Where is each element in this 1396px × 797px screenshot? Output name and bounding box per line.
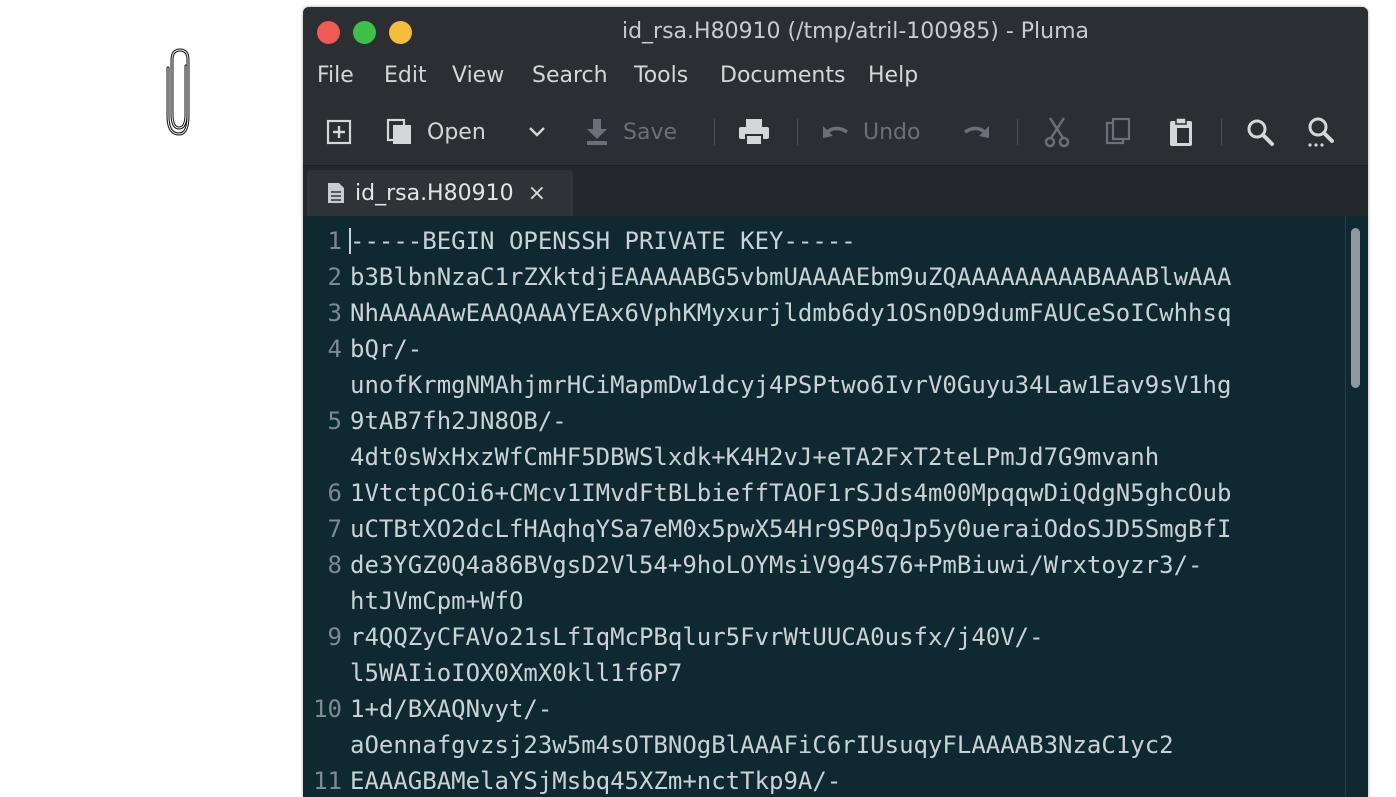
- window-title: id_rsa.H80910 (/tmp/atril-100985) - Plum…: [621, 19, 1090, 44]
- line-number: 1: [327, 227, 342, 255]
- recent-files-dropdown[interactable]: [527, 115, 547, 149]
- line-text[interactable]: uCTBtXO2dcLfHAqhqYSa7eM0x5pwX54Hr9SP0qJp…: [350, 511, 1348, 547]
- menu-documents[interactable]: Documents: [720, 63, 845, 88]
- menu-search[interactable]: Search: [532, 63, 608, 88]
- pluma-window: id_rsa.H80910 (/tmp/atril-100985) - Plum…: [303, 7, 1368, 797]
- text-cursor: [349, 228, 351, 254]
- editor-line[interactable]: htJVmCpm+WfO: [303, 583, 1348, 619]
- new-document-icon: [326, 119, 352, 145]
- line-number: 4: [327, 335, 342, 363]
- toolbar-separator: [714, 119, 715, 145]
- editor-line[interactable]: 6 1VtctpCOi6+CMcv1IMvdFtBLbieffTAOF1rSJds…: [303, 475, 1348, 511]
- open-button[interactable]: Open: [385, 115, 486, 149]
- cut-icon: [1044, 117, 1070, 148]
- line-text[interactable]: htJVmCpm+WfO: [350, 583, 1348, 619]
- editor-line[interactable]: unofKrmgNMAhjmrHCiMapmDw1dcyj4PSPtwo6Ivr…: [303, 367, 1348, 403]
- text-editor[interactable]: 1 -----BEGIN OPENSSH PRIVATE KEY----- 2 b3B…: [303, 216, 1368, 797]
- title-bar[interactable]: id_rsa.H80910 (/tmp/atril-100985) - Plum…: [303, 7, 1368, 57]
- save-button-label: Save: [623, 119, 678, 145]
- line-number: 7: [327, 515, 342, 543]
- line-number: 8: [327, 551, 342, 579]
- redo-button[interactable]: [961, 115, 991, 149]
- editor-line[interactable]: 2 b3BlbnNzaC1rZXktdjEAAAAABG5vbmUAAAAEbm9…: [303, 259, 1348, 295]
- line-text[interactable]: unofKrmgNMAhjmrHCiMapmDw1dcyj4PSPtwo6Ivr…: [350, 367, 1348, 403]
- tab-label: id_rsa.H80910: [355, 180, 514, 206]
- toolbar: Open Save Undo: [303, 105, 1368, 161]
- undo-button-label: Undo: [863, 119, 921, 145]
- copy-button[interactable]: [1105, 115, 1131, 149]
- editor-line[interactable]: 10 1+d/BXAQNvyt/-: [303, 691, 1348, 727]
- open-document-icon: [386, 118, 411, 144]
- toolbar-separator: [1221, 119, 1222, 145]
- menu-edit[interactable]: Edit: [384, 63, 427, 88]
- line-number: 9: [327, 623, 342, 651]
- line-text[interactable]: de3YGZ0Q4a86BVgsD2Vl54+9hoLOYMsiV9g4S76+…: [350, 547, 1348, 583]
- open-button-label: Open: [427, 119, 486, 145]
- line-number: 10: [313, 695, 342, 723]
- line-number: 5: [327, 407, 342, 435]
- text-file-icon: [328, 183, 344, 203]
- editor-line[interactable]: 3 NhAAAAAwEAAQAAAYEAx6VphKMyxurjldmb6dy1O…: [303, 295, 1348, 331]
- tab-bar: id_rsa.H80910 ×: [303, 165, 1368, 216]
- cut-button[interactable]: [1044, 115, 1070, 149]
- editor-line[interactable]: 7 uCTBtXO2dcLfHAqhqYSa7eM0x5pwX54Hr9SP0qJ…: [303, 511, 1348, 547]
- line-text[interactable]: bQr/-: [350, 331, 1348, 367]
- editor-line[interactable]: 5 9tAB7fh2JN8OB/-: [303, 403, 1348, 439]
- menu-view[interactable]: View: [452, 63, 504, 88]
- paste-button[interactable]: [1167, 115, 1195, 149]
- line-number: 6: [327, 479, 342, 507]
- toolbar-separator: [797, 119, 798, 145]
- menu-help[interactable]: Help: [868, 63, 918, 88]
- line-text[interactable]: aOennafgvzsj23w5m4sOTBNOgBlAAAFiC6rIUsuq…: [350, 727, 1348, 763]
- line-text[interactable]: 4dt0sWxHxzWfCmHF5DBWSlxdk+K4H2vJ+eTA2FxT…: [350, 439, 1348, 475]
- chevron-down-icon: [529, 127, 545, 137]
- editor-line[interactable]: 8 de3YGZ0Q4a86BVgsD2Vl54+9hoLOYMsiV9g4S76…: [303, 547, 1348, 583]
- menu-file[interactable]: File: [317, 63, 354, 88]
- print-icon: [739, 119, 769, 146]
- find-replace-button[interactable]: [1305, 115, 1337, 149]
- line-text[interactable]: NhAAAAAwEAAQAAAYEAx6VphKMyxurjldmb6dy1OS…: [350, 295, 1348, 331]
- editor-line[interactable]: 4 bQr/-: [303, 331, 1348, 367]
- editor-line[interactable]: l5WAIioIOX0XmX0kll1f6P7: [303, 655, 1348, 691]
- line-number: 3: [327, 299, 342, 327]
- paste-icon: [1170, 117, 1192, 146]
- menu-tools[interactable]: Tools: [634, 63, 688, 88]
- toolbar-separator: [1017, 119, 1018, 145]
- editor-line[interactable]: 4dt0sWxHxzWfCmHF5DBWSlxdk+K4H2vJ+eTA2FxT…: [303, 439, 1348, 475]
- tab-id-rsa[interactable]: id_rsa.H80910 ×: [307, 170, 573, 216]
- vertical-scrollbar[interactable]: [1351, 228, 1360, 388]
- line-text[interactable]: b3BlbnNzaC1rZXktdjEAAAAABG5vbmUAAAAEbm9u…: [350, 259, 1348, 295]
- line-text[interactable]: -----BEGIN OPENSSH PRIVATE KEY-----: [350, 223, 1348, 259]
- menu-bar: File Edit View Search Tools Documents He…: [303, 59, 1368, 99]
- line-number: 2: [327, 263, 342, 291]
- editor-line[interactable]: 9 r4QQZyCFAVo21sLfIqMcPBqlur5FvrWtUUCA0us…: [303, 619, 1348, 655]
- search-replace-icon: [1308, 117, 1334, 147]
- save-button[interactable]: Save: [583, 115, 677, 149]
- editor-lines: 1 -----BEGIN OPENSSH PRIVATE KEY----- 2 b3B…: [303, 223, 1348, 797]
- editor-line[interactable]: aOennafgvzsj23w5m4sOTBNOgBlAAAFiC6rIUsuq…: [303, 727, 1348, 763]
- new-document-button[interactable]: [325, 115, 353, 149]
- line-text[interactable]: 1VtctpCOi6+CMcv1IMvdFtBLbieffTAOF1rSJds4…: [350, 475, 1348, 511]
- copy-icon: [1105, 117, 1131, 145]
- save-icon: [587, 119, 607, 145]
- find-button[interactable]: [1245, 115, 1275, 149]
- line-text[interactable]: 1+d/BXAQNvyt/-: [350, 691, 1348, 727]
- line-text[interactable]: r4QQZyCFAVo21sLfIqMcPBqlur5FvrWtUUCA0usf…: [350, 619, 1348, 655]
- search-icon: [1247, 119, 1274, 146]
- editor-line[interactable]: 1 -----BEGIN OPENSSH PRIVATE KEY-----: [303, 223, 1348, 259]
- undo-icon: [823, 126, 848, 138]
- print-button[interactable]: [737, 115, 771, 149]
- tab-close-button[interactable]: ×: [528, 181, 546, 206]
- paperclip-icon: [160, 44, 200, 138]
- line-text[interactable]: 9tAB7fh2JN8OB/-: [350, 403, 1348, 439]
- undo-button[interactable]: Undo: [821, 115, 920, 149]
- line-text[interactable]: l5WAIioIOX0XmX0kll1f6P7: [350, 655, 1348, 691]
- redo-icon: [964, 126, 989, 138]
